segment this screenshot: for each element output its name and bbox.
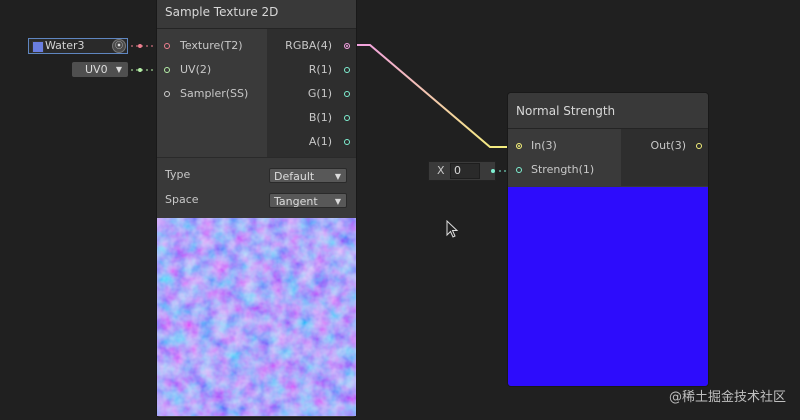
port-label: Texture(T2) (180, 39, 243, 52)
type-dropdown[interactable]: Default ▼ (269, 168, 347, 183)
strength-value-input[interactable]: 0 (450, 163, 480, 179)
port-a[interactable]: A(1) (267, 131, 356, 153)
port-dot[interactable] (344, 115, 350, 121)
port-label: In(3) (531, 139, 557, 152)
normal-strength-node[interactable]: Normal Strength In(3) Strength(1) Out(3) (508, 93, 708, 386)
port-dot[interactable] (164, 91, 170, 97)
port-label: RGBA(4) (285, 39, 332, 52)
port-in[interactable]: In(3) (508, 135, 621, 157)
chevron-down-icon: ▼ (334, 172, 341, 181)
input-ports: Texture(T2) UV(2) Sampler(SS) (157, 29, 267, 157)
uv-channel-value: UV0 (85, 63, 108, 76)
space-label: Space (165, 193, 199, 206)
chevron-down-icon: ▼ (115, 65, 122, 74)
output-ports: Out(3) (621, 129, 708, 186)
type-label: Type (165, 168, 191, 181)
type-value: Default (274, 170, 315, 183)
port-dot[interactable] (164, 43, 170, 49)
node-title[interactable]: Sample Texture 2D (157, 0, 356, 29)
output-ports: RGBA(4) R(1) G(1) B(1) A(1) (267, 29, 356, 157)
port-dot[interactable] (516, 167, 522, 173)
port-sampler[interactable]: Sampler(SS) (157, 83, 267, 105)
texture-preview (157, 218, 356, 416)
space-row: Space Tangent ▼ (157, 189, 356, 211)
wire-rgba-to-in[interactable] (350, 44, 518, 148)
port-dot[interactable] (344, 139, 350, 145)
port-label: B(1) (308, 111, 332, 124)
port-dot[interactable] (164, 67, 170, 73)
watermark: @稀土掘金技术社区 (668, 390, 786, 405)
uv-field-port-dot (138, 68, 142, 72)
output-preview (508, 187, 708, 386)
strength-field-port-dot (491, 169, 495, 173)
strength-input-field[interactable]: X 0 (428, 161, 496, 181)
port-uv[interactable]: UV(2) (157, 59, 267, 81)
space-value: Tangent (274, 195, 318, 208)
sample-texture-2d-node[interactable]: Sample Texture 2D Texture(T2) UV(2) Samp… (157, 0, 356, 417)
port-out[interactable]: Out(3) (621, 135, 708, 157)
port-rgba[interactable]: RGBA(4) (267, 35, 356, 57)
port-label: Out(3) (650, 139, 686, 152)
texture-field-port-dot (138, 44, 142, 48)
space-dropdown[interactable]: Tangent ▼ (269, 193, 347, 208)
chevron-down-icon: ▼ (334, 197, 341, 206)
controls-section: Type Default ▼ Space Tangent ▼ (157, 157, 356, 216)
port-b[interactable]: B(1) (267, 107, 356, 129)
port-label: Sampler(SS) (180, 87, 249, 100)
node-title[interactable]: Normal Strength (508, 93, 708, 129)
port-g[interactable]: G(1) (267, 83, 356, 105)
port-label: UV(2) (180, 63, 212, 76)
port-dot[interactable] (344, 67, 350, 73)
type-row: Type Default ▼ (157, 164, 356, 186)
port-label: Strength(1) (531, 163, 595, 176)
mouse-cursor-icon (446, 220, 459, 238)
port-dot[interactable] (516, 143, 522, 149)
port-dot[interactable] (344, 43, 350, 49)
port-r[interactable]: R(1) (267, 59, 356, 81)
uv-channel-dropdown[interactable]: UV0 ▼ (72, 62, 128, 77)
input-ports: In(3) Strength(1) (508, 129, 621, 186)
port-texture[interactable]: Texture(T2) (157, 35, 267, 57)
target-icon[interactable]: ⦿ (112, 39, 126, 53)
port-label: R(1) (308, 63, 332, 76)
port-label: A(1) (308, 135, 332, 148)
texture-thumbnail-icon (32, 41, 44, 53)
port-label: G(1) (307, 87, 332, 100)
axis-label: X (437, 164, 445, 177)
port-dot[interactable] (696, 143, 702, 149)
texture-object-name: Water3 (45, 39, 85, 52)
port-strength[interactable]: Strength(1) (508, 159, 621, 181)
port-dot[interactable] (344, 91, 350, 97)
